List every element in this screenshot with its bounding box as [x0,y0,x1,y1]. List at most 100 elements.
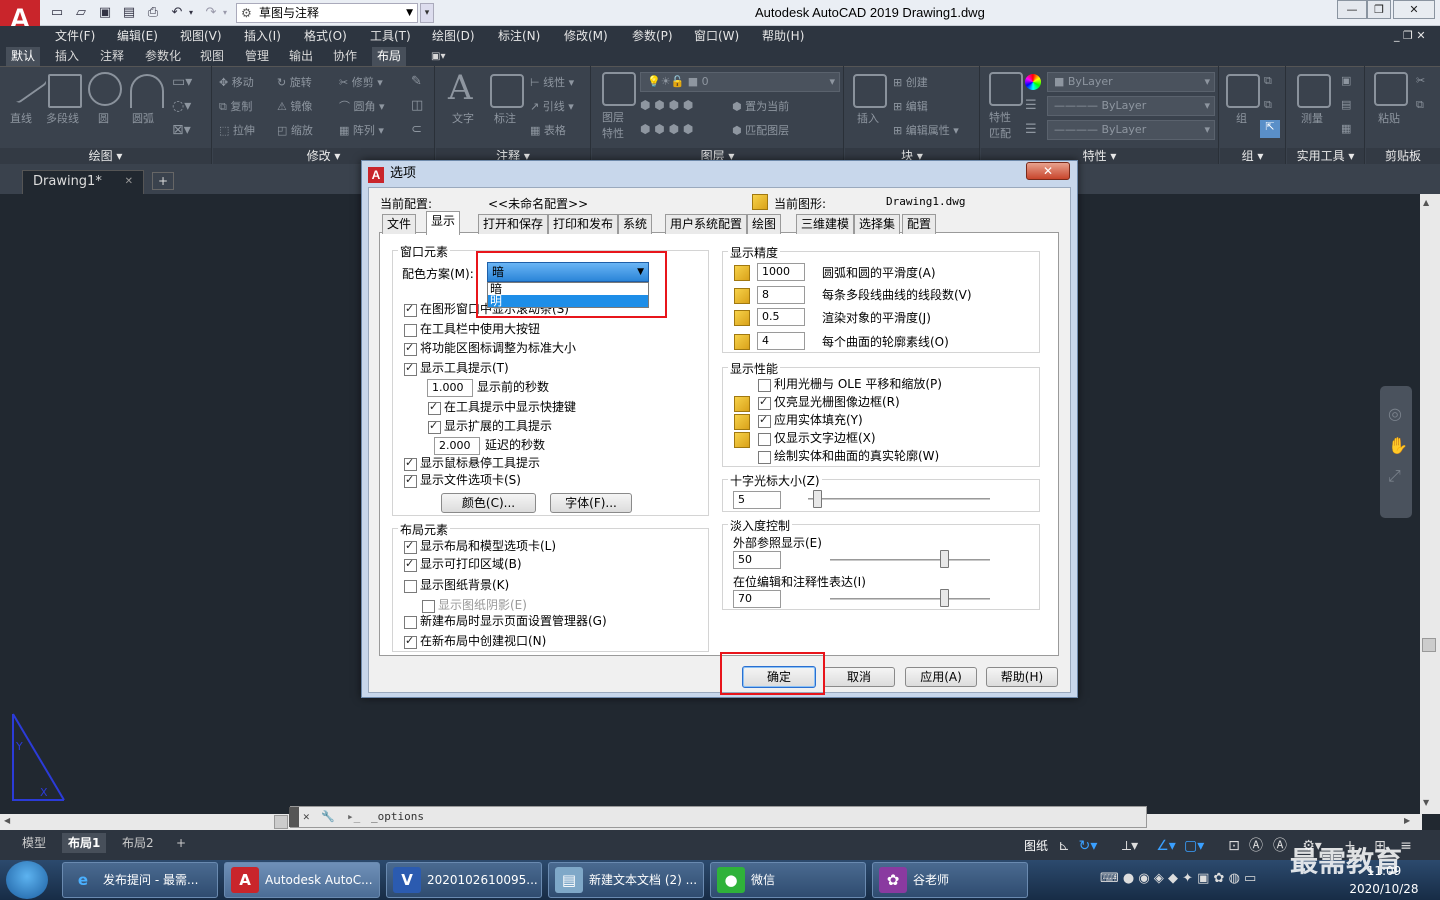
polyline-icon[interactable] [48,74,82,108]
arc-icon[interactable] [130,74,164,108]
taskbar-item-notepad[interactable]: ▤ 新建文本文档 (2) ... [548,862,704,898]
menu-edit[interactable]: 编辑(E) [117,26,158,46]
text-icon[interactable]: A [448,68,473,108]
page-setup-checkbox[interactable]: 新建布局时显示页面设置管理器(G) [404,614,607,630]
color-dropdown[interactable]: ■ ByLayer ▾ [1047,72,1215,92]
panel-groups-label[interactable]: 组 ▾ [1220,148,1285,164]
tab-view[interactable]: 视图 [195,47,229,66]
new-tab-button[interactable]: + [152,172,174,190]
system-tray-icons[interactable]: ⌨ ● ◉ ◈ ◆ ✦ ▣ ✿ ◍ ▭ [1100,871,1256,886]
crosshair-slider-thumb[interactable] [813,490,823,508]
ortho-icon[interactable]: ⟂▾ [1120,836,1140,856]
tab-display[interactable]: 显示 [426,211,461,235]
menu-parametric[interactable]: 参数(P) [632,26,673,46]
new-icon[interactable]: ▭ [48,4,66,22]
create-viewport-checkbox[interactable]: 在新布局中创建视口(N) [404,633,546,650]
vertical-scrollbar[interactable]: ▲ ▼ [1420,194,1440,814]
taskbar-item-autocad[interactable]: A Autodesk AutoC... [224,862,380,898]
cut-icon[interactable]: ✂ [1416,74,1425,87]
hatch-icon[interactable]: ◌▾ [172,98,191,114]
edit-block-tool[interactable]: ⊞ 编辑 [893,98,928,114]
maximize-button[interactable]: ❐ [1367,0,1391,19]
pan-icon[interactable]: ✋ [1388,436,1408,455]
paste-icon[interactable] [1374,72,1408,106]
scroll-thumb[interactable] [1422,638,1436,652]
group-icon[interactable] [1226,74,1260,108]
steering-wheel-icon[interactable]: ◎ [1388,404,1402,423]
file-tab-drawing1[interactable]: Drawing1* ✕ [22,170,144,194]
layout-model-tabs-checkbox[interactable]: 显示布局和模型选项卡(L) [404,538,556,555]
measure-icon[interactable] [1297,74,1331,108]
redo-icon[interactable]: ↷ [202,4,220,22]
redo-dropdown-icon[interactable]: ▾ [220,4,230,22]
close-button[interactable]: ✕ [1393,0,1435,19]
taskbar-item-browser[interactable]: e 发布提问 - 最需... [62,862,218,898]
layer-tools-icons[interactable]: ⬢ ⬢ ⬢ ⬢ [640,122,693,136]
option-dark[interactable]: 暗 [488,283,648,295]
tab-system[interactable]: 系统 [618,214,653,234]
tab-parametric[interactable]: 参数化 [140,47,186,66]
lineweight-icon[interactable]: ☰ [1025,122,1037,137]
print-icon[interactable]: ⎙ [144,4,162,22]
panel-draw-label[interactable]: 绘图 ▾ [0,148,211,164]
stretch-tool[interactable]: ⬚ 拉伸 [219,122,255,138]
point-style-icon[interactable]: ▦ [1341,122,1351,135]
tab-layout[interactable]: 布局 [372,47,407,66]
command-input[interactable]: _options [371,810,424,823]
cmd-grip[interactable] [289,807,299,827]
paper-shadow-checkbox[interactable]: 显示图纸阴影(E) [422,598,527,614]
menu-file[interactable]: 文件(F) [55,26,95,46]
selection-cycling-icon[interactable]: ⊡ [1224,836,1244,856]
tab-model[interactable]: 模型 [16,833,52,853]
zoom-icon[interactable]: ⤢ [1388,466,1401,486]
menu-dimension[interactable]: 标注(N) [498,26,540,46]
wrench-icon[interactable]: 🔧 [321,810,335,823]
highlight-raster-checkbox[interactable]: 仅亮显光栅图像边框(R) [758,394,900,411]
array-tool[interactable]: ▦ 阵列 ▾ [339,122,384,138]
xref-slider-thumb[interactable] [940,550,949,568]
linetype-icon[interactable]: ☰ [1025,98,1037,113]
tab-plot-publish[interactable]: 打印和发布 [548,214,619,234]
tab-insert[interactable]: 插入 [50,47,84,66]
erase-icon[interactable]: ✎ [411,74,422,89]
xref-display-input[interactable]: 50 [733,551,781,569]
group-edit-icon[interactable]: ⧉ [1264,98,1272,112]
crosshair-size-input[interactable]: 5 [733,491,781,509]
lineweight-dropdown[interactable]: ———— ByLayer ▾ [1047,120,1215,140]
scroll-left-icon[interactable]: ◀ [4,816,10,825]
tab-layout2[interactable]: 布局2 [116,833,160,853]
leader-tool[interactable]: ↗ 引线 ▾ [530,98,574,114]
tab-layout1[interactable]: 布局1 [62,833,107,853]
tab-output[interactable]: 输出 [284,47,318,66]
circle-icon[interactable] [88,72,122,106]
match-layer-tool[interactable]: ⬢ 匹配图层 [732,122,789,138]
resize-icons-checkbox[interactable]: 将功能区图标调整为标准大小 [404,340,576,357]
colors-button[interactable]: 颜色(C)... [441,493,536,513]
apply-button[interactable]: 应用(A) [905,667,977,687]
menu-view[interactable]: 视图(V) [180,26,222,46]
show-tooltips-checkbox[interactable]: 显示工具提示(T) [404,360,509,377]
region-icon[interactable]: ⊠▾ [172,122,191,138]
group-select-icon[interactable]: ⇱ [1260,120,1280,138]
layer-properties-icon[interactable] [602,72,636,106]
crosshair-size-slider[interactable] [808,498,990,500]
inplace-slider-thumb[interactable] [940,589,949,607]
scroll-down-icon[interactable]: ▼ [1423,798,1429,807]
object-snap-icon[interactable]: ▢▾ [1184,836,1204,856]
menu-format[interactable]: 格式(O) [304,26,347,46]
rollover-tooltips-checkbox[interactable]: 显示鼠标悬停工具提示 [404,455,540,472]
cancel-button[interactable]: 取消 [823,667,895,687]
scroll-up-icon[interactable]: ▲ [1423,198,1429,207]
dialog-title-bar[interactable]: 选项 [362,161,1077,187]
paper-space-toggle[interactable]: 图纸 [1024,837,1048,854]
paper-background-checkbox[interactable]: 显示图纸背景(K) [404,578,509,594]
quick-select-icon[interactable]: ▣ [1341,74,1351,87]
tab-annotate[interactable]: 注释 [95,47,129,66]
quick-access-menu-button[interactable]: ▾ [420,3,434,23]
show-shortcuts-checkbox[interactable]: 在工具提示中显示快捷键 [428,399,576,416]
create-block-tool[interactable]: ⊞ 创建 [893,74,928,90]
panel-clipboard-label[interactable]: 剪贴板 [1366,148,1440,164]
insert-block-icon[interactable] [853,74,887,108]
fillet-tool[interactable]: ⌒ 圆角 ▾ [339,98,385,114]
close-icon[interactable]: ✕ [303,810,310,823]
